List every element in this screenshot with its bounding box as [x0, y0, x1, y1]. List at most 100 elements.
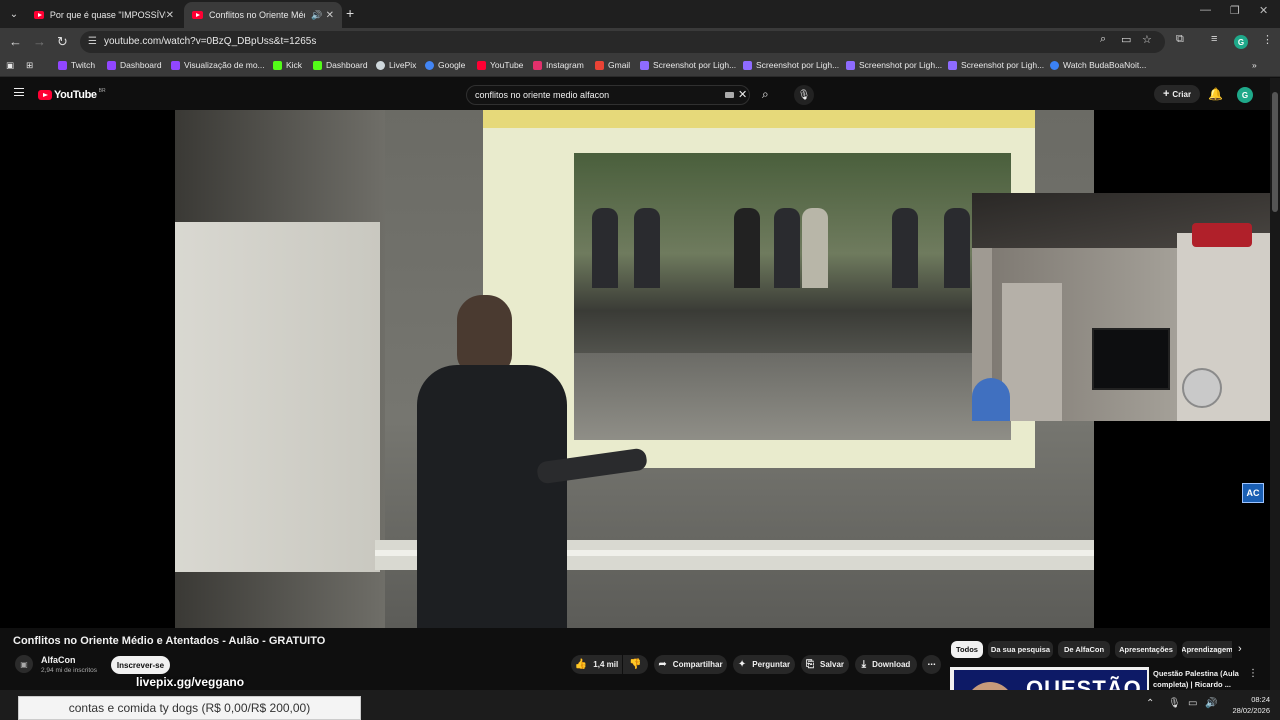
plus-icon: + — [1162, 88, 1170, 100]
voice-search-icon[interactable]: 🎙 — [794, 85, 814, 105]
chip-presentations[interactable]: Apresentações — [1115, 641, 1177, 658]
bookmarks-toggle-icon[interactable]: ▣ — [6, 60, 14, 71]
video-player[interactable] — [0, 110, 1270, 628]
subscriber-count: 2,94 mi de inscritos — [41, 667, 97, 674]
address-bar[interactable]: ☰ youtube.com/watch?v=0BzQ_DBpUss&t=1265… — [80, 31, 1165, 53]
site-info-icon[interactable]: ☰ — [88, 36, 97, 47]
bookmark-twitch[interactable]: Twitch — [58, 60, 95, 70]
more-bookmarks-icon[interactable]: » — [1252, 60, 1257, 70]
tab-title: Conflitos no Oriente Médio — [209, 10, 305, 20]
browser-menu-icon[interactable]: ⋮ — [1262, 33, 1273, 46]
youtube-logo[interactable]: YouTube BR — [38, 88, 106, 101]
lightshot-icon — [640, 60, 649, 70]
zoom-icon[interactable]: ⌕ — [1100, 33, 1106, 46]
extensions-icon[interactable]: ⧉ — [1176, 33, 1184, 46]
bookmark-livepix[interactable]: LivePix — [376, 60, 416, 70]
chevron-right-icon[interactable]: › — [1238, 643, 1242, 655]
presenter — [417, 295, 648, 628]
create-button[interactable]: + Criar — [1154, 85, 1200, 103]
video-title: Conflitos no Oriente Médio e Atentados -… — [13, 635, 326, 647]
share-button[interactable]: ➦ Compartilhar — [654, 655, 727, 674]
volume-icon[interactable]: 🔊 — [1205, 698, 1217, 709]
kick-icon — [313, 60, 322, 70]
recommended-more-icon[interactable]: ⋮ — [1248, 668, 1258, 679]
webcam-overlay — [972, 193, 1270, 421]
restore-icon[interactable]: ❐ — [1230, 4, 1240, 17]
scrollbar-thumb[interactable] — [1272, 92, 1278, 212]
network-icon[interactable]: ▭ — [1188, 698, 1197, 709]
like-button[interactable]: 👍 1,4 mil — [571, 655, 622, 674]
page-scrollbar[interactable] — [1270, 78, 1280, 720]
recommended-title[interactable]: Questão Palestina (Aula completa) | Rica… — [1153, 668, 1253, 690]
save-icon: ⎘ — [805, 659, 814, 670]
browser-profile-avatar[interactable]: G — [1234, 35, 1248, 49]
chip-all[interactable]: Todos — [951, 641, 983, 658]
youtube-avatar[interactable]: G — [1237, 87, 1253, 103]
reading-list-icon[interactable]: ≡ — [1211, 33, 1217, 45]
reload-icon[interactable]: ↻ — [57, 34, 68, 50]
channel-avatar[interactable]: ▣ — [15, 655, 33, 673]
ask-button[interactable]: ✦ Perguntar — [733, 655, 795, 674]
bookmark-kick-dashboard[interactable]: Dashboard — [313, 60, 368, 70]
cast-icon[interactable]: ▭ — [1121, 33, 1131, 46]
url-text[interactable]: youtube.com/watch?v=0BzQ_DBpUss&t=1265s — [104, 36, 316, 47]
notifications-bell-icon[interactable]: 🔔 — [1208, 87, 1223, 101]
instagram-icon — [533, 60, 542, 70]
menu-icon[interactable] — [14, 88, 24, 96]
download-icon: ⤓ — [861, 659, 867, 670]
clear-search-icon[interactable]: ✕ — [738, 88, 747, 101]
bookmark-screenshot-3[interactable]: Screenshot por Ligh... — [846, 60, 942, 70]
new-tab-button[interactable]: + — [346, 5, 354, 21]
tab-search-button[interactable]: ⌄ — [4, 4, 24, 24]
search-query-text[interactable]: conflitos no oriente medio alfacon — [475, 90, 609, 100]
tab-inactive[interactable]: Por que é quase "IMPOSSÍVEL" ✕ — [26, 2, 182, 28]
download-button[interactable]: ⤓ Download — [855, 655, 917, 674]
tab-active[interactable]: Conflitos no Oriente Médio 🔊 ✕ — [184, 2, 342, 28]
bookmark-gmail[interactable]: Gmail — [595, 60, 630, 70]
channel-watermark[interactable]: AC — [1242, 483, 1264, 503]
youtube-favicon-icon — [34, 11, 44, 19]
bookmark-watch-budaboanoite[interactable]: Watch BudaBoaNoit... — [1050, 60, 1146, 70]
bookmark-screenshot-1[interactable]: Screenshot por Ligh... — [640, 60, 736, 70]
lightshot-icon — [846, 60, 855, 70]
microphone-tray-icon[interactable]: 🎙 — [1168, 698, 1181, 709]
bookmark-visualizacao[interactable]: Visualização de mo... — [171, 60, 265, 70]
close-tab-icon[interactable]: ✕ — [166, 10, 174, 21]
subscribe-button[interactable]: Inscrever-se — [111, 656, 170, 674]
save-button[interactable]: ⎘ Salvar — [801, 655, 849, 674]
bookmark-dashboard[interactable]: Dashboard — [107, 60, 162, 70]
forward-icon[interactable]: → — [33, 34, 46, 49]
youtube-icon — [477, 60, 486, 70]
audio-playing-icon[interactable]: 🔊 — [311, 10, 322, 21]
keyboard-icon[interactable] — [725, 92, 734, 98]
tab-title: Por que é quase "IMPOSSÍVEL" — [49, 10, 166, 20]
back-icon[interactable]: ← — [9, 34, 22, 49]
apps-grid-icon[interactable]: ⊞ — [26, 60, 33, 71]
bookmark-google[interactable]: Google — [425, 60, 465, 70]
dislike-button[interactable]: 👎 — [623, 655, 648, 674]
youtube-play-icon — [38, 90, 52, 100]
close-tab-icon[interactable]: ✕ — [326, 10, 334, 21]
channel-name[interactable]: AlfaCon — [41, 655, 76, 665]
chip-from-search[interactable]: Da sua pesquisa — [988, 641, 1053, 658]
bookmark-youtube[interactable]: YouTube — [477, 60, 523, 70]
bookmark-instagram[interactable]: Instagram — [533, 60, 584, 70]
share-icon: ➦ — [658, 659, 667, 670]
livepix-link-overlay: livepix.gg/veggano — [136, 675, 245, 689]
tray-chevron-icon[interactable]: ⌃ — [1146, 698, 1154, 709]
search-icon[interactable]: ⌕ — [762, 87, 769, 102]
chip-learning[interactable]: Aprendizagem — [1182, 641, 1232, 658]
projected-photo — [574, 153, 1011, 440]
minimize-icon[interactable]: — — [1200, 4, 1211, 16]
bookmark-star-icon[interactable]: ☆ — [1142, 33, 1152, 46]
bookmark-screenshot-2[interactable]: Screenshot por Ligh... — [743, 60, 839, 70]
twitch-icon — [107, 60, 116, 70]
watch-icon — [1050, 60, 1059, 70]
close-window-icon[interactable]: ✕ — [1259, 4, 1268, 17]
system-clock[interactable]: 08:24 28/02/2026 — [1224, 694, 1270, 716]
more-actions-button[interactable]: ⋯ — [922, 655, 941, 674]
chip-from-channel[interactable]: De AlfaCon — [1058, 641, 1110, 658]
bookmark-kick[interactable]: Kick — [273, 60, 302, 70]
bookmark-screenshot-4[interactable]: Screenshot por Ligh... — [948, 60, 1044, 70]
search-input[interactable]: conflitos no oriente medio alfacon ✕ — [466, 85, 750, 105]
